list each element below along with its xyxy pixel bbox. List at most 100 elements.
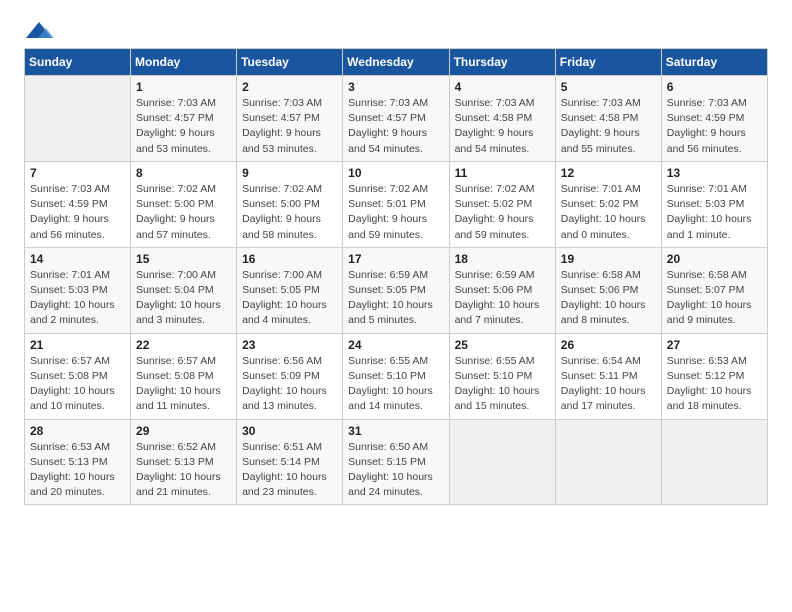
calendar-cell: 5 Sunrise: 7:03 AMSunset: 4:58 PMDaylight… [555, 76, 661, 162]
header-day-wednesday: Wednesday [343, 49, 449, 76]
calendar-cell: 29 Sunrise: 6:52 AMSunset: 5:13 PMDayligh… [131, 419, 237, 505]
day-info: Sunrise: 6:55 AMSunset: 5:10 PMDaylight:… [455, 354, 550, 415]
day-info: Sunrise: 7:02 AMSunset: 5:00 PMDaylight:… [242, 182, 337, 243]
calendar-cell: 23 Sunrise: 6:56 AMSunset: 5:09 PMDayligh… [237, 333, 343, 419]
day-number: 29 [136, 424, 231, 438]
day-info: Sunrise: 7:01 AMSunset: 5:03 PMDaylight:… [30, 268, 125, 329]
day-info: Sunrise: 6:59 AMSunset: 5:05 PMDaylight:… [348, 268, 443, 329]
day-number: 11 [455, 166, 550, 180]
calendar-week-row: 1 Sunrise: 7:03 AMSunset: 4:57 PMDaylight… [25, 76, 768, 162]
day-number: 10 [348, 166, 443, 180]
day-number: 19 [561, 252, 656, 266]
calendar-cell: 15 Sunrise: 7:00 AMSunset: 5:04 PMDayligh… [131, 247, 237, 333]
calendar-week-row: 28 Sunrise: 6:53 AMSunset: 5:13 PMDayligh… [25, 419, 768, 505]
day-number: 30 [242, 424, 337, 438]
day-number: 3 [348, 80, 443, 94]
calendar-cell: 10 Sunrise: 7:02 AMSunset: 5:01 PMDayligh… [343, 161, 449, 247]
calendar-week-row: 21 Sunrise: 6:57 AMSunset: 5:08 PMDayligh… [25, 333, 768, 419]
calendar-cell: 1 Sunrise: 7:03 AMSunset: 4:57 PMDaylight… [131, 76, 237, 162]
day-info: Sunrise: 6:55 AMSunset: 5:10 PMDaylight:… [348, 354, 443, 415]
header-day-monday: Monday [131, 49, 237, 76]
day-number: 16 [242, 252, 337, 266]
calendar-cell: 27 Sunrise: 6:53 AMSunset: 5:12 PMDayligh… [661, 333, 767, 419]
day-info: Sunrise: 7:03 AMSunset: 4:59 PMDaylight:… [30, 182, 125, 243]
day-number: 22 [136, 338, 231, 352]
day-number: 24 [348, 338, 443, 352]
header-day-saturday: Saturday [661, 49, 767, 76]
day-info: Sunrise: 6:58 AMSunset: 5:07 PMDaylight:… [667, 268, 762, 329]
calendar-cell [449, 419, 555, 505]
day-number: 14 [30, 252, 125, 266]
calendar-cell: 31 Sunrise: 6:50 AMSunset: 5:15 PMDayligh… [343, 419, 449, 505]
calendar-cell: 7 Sunrise: 7:03 AMSunset: 4:59 PMDaylight… [25, 161, 131, 247]
calendar-cell: 11Sunrise: 7:02 AMSunset: 5:02 PMDayligh… [449, 161, 555, 247]
day-info: Sunrise: 6:56 AMSunset: 5:09 PMDaylight:… [242, 354, 337, 415]
day-number: 17 [348, 252, 443, 266]
day-number: 9 [242, 166, 337, 180]
day-info: Sunrise: 7:02 AMSunset: 5:00 PMDaylight:… [136, 182, 231, 243]
day-number: 27 [667, 338, 762, 352]
calendar-cell: 3 Sunrise: 7:03 AMSunset: 4:57 PMDaylight… [343, 76, 449, 162]
day-number: 20 [667, 252, 762, 266]
day-info: Sunrise: 6:58 AMSunset: 5:06 PMDaylight:… [561, 268, 656, 329]
day-info: Sunrise: 6:51 AMSunset: 5:14 PMDaylight:… [242, 440, 337, 501]
calendar-cell [25, 76, 131, 162]
day-info: Sunrise: 7:00 AMSunset: 5:05 PMDaylight:… [242, 268, 337, 329]
day-number: 2 [242, 80, 337, 94]
day-info: Sunrise: 6:54 AMSunset: 5:11 PMDaylight:… [561, 354, 656, 415]
day-info: Sunrise: 6:53 AMSunset: 5:13 PMDaylight:… [30, 440, 125, 501]
day-number: 8 [136, 166, 231, 180]
calendar-cell: 28 Sunrise: 6:53 AMSunset: 5:13 PMDayligh… [25, 419, 131, 505]
calendar-cell [555, 419, 661, 505]
day-number: 1 [136, 80, 231, 94]
header-day-friday: Friday [555, 49, 661, 76]
calendar-cell: 24 Sunrise: 6:55 AMSunset: 5:10 PMDayligh… [343, 333, 449, 419]
day-info: Sunrise: 6:57 AMSunset: 5:08 PMDaylight:… [136, 354, 231, 415]
day-number: 26 [561, 338, 656, 352]
day-number: 31 [348, 424, 443, 438]
logo-icon [24, 20, 54, 44]
day-info: Sunrise: 6:57 AMSunset: 5:08 PMDaylight:… [30, 354, 125, 415]
day-info: Sunrise: 7:03 AMSunset: 4:57 PMDaylight:… [348, 96, 443, 157]
calendar-cell: 2 Sunrise: 7:03 AMSunset: 4:57 PMDaylight… [237, 76, 343, 162]
day-info: Sunrise: 7:03 AMSunset: 4:59 PMDaylight:… [667, 96, 762, 157]
day-number: 23 [242, 338, 337, 352]
day-info: Sunrise: 7:01 AMSunset: 5:02 PMDaylight:… [561, 182, 656, 243]
day-info: Sunrise: 7:02 AMSunset: 5:01 PMDaylight:… [348, 182, 443, 243]
calendar-cell: 8 Sunrise: 7:02 AMSunset: 5:00 PMDaylight… [131, 161, 237, 247]
calendar-cell: 26 Sunrise: 6:54 AMSunset: 5:11 PMDayligh… [555, 333, 661, 419]
day-number: 7 [30, 166, 125, 180]
day-number: 4 [455, 80, 550, 94]
day-info: Sunrise: 6:52 AMSunset: 5:13 PMDaylight:… [136, 440, 231, 501]
day-number: 25 [455, 338, 550, 352]
calendar-cell: 20 Sunrise: 6:58 AMSunset: 5:07 PMDayligh… [661, 247, 767, 333]
calendar-cell: 4 Sunrise: 7:03 AMSunset: 4:58 PMDaylight… [449, 76, 555, 162]
day-number: 6 [667, 80, 762, 94]
page-header [24, 20, 768, 38]
logo [24, 20, 54, 38]
calendar-table: SundayMondayTuesdayWednesdayThursdayFrid… [24, 48, 768, 505]
day-number: 28 [30, 424, 125, 438]
calendar-week-row: 7 Sunrise: 7:03 AMSunset: 4:59 PMDaylight… [25, 161, 768, 247]
day-info: Sunrise: 7:03 AMSunset: 4:57 PMDaylight:… [242, 96, 337, 157]
day-number: 21 [30, 338, 125, 352]
calendar-cell: 22 Sunrise: 6:57 AMSunset: 5:08 PMDayligh… [131, 333, 237, 419]
header-day-sunday: Sunday [25, 49, 131, 76]
day-info: Sunrise: 6:50 AMSunset: 5:15 PMDaylight:… [348, 440, 443, 501]
day-info: Sunrise: 7:03 AMSunset: 4:57 PMDaylight:… [136, 96, 231, 157]
header-day-thursday: Thursday [449, 49, 555, 76]
day-number: 15 [136, 252, 231, 266]
calendar-cell: 30 Sunrise: 6:51 AMSunset: 5:14 PMDayligh… [237, 419, 343, 505]
day-info: Sunrise: 7:03 AMSunset: 4:58 PMDaylight:… [561, 96, 656, 157]
calendar-cell: 17 Sunrise: 6:59 AMSunset: 5:05 PMDayligh… [343, 247, 449, 333]
day-info: Sunrise: 6:53 AMSunset: 5:12 PMDaylight:… [667, 354, 762, 415]
calendar-cell [661, 419, 767, 505]
calendar-cell: 12Sunrise: 7:01 AMSunset: 5:02 PMDayligh… [555, 161, 661, 247]
day-info: Sunrise: 7:00 AMSunset: 5:04 PMDaylight:… [136, 268, 231, 329]
calendar-week-row: 14 Sunrise: 7:01 AMSunset: 5:03 PMDayligh… [25, 247, 768, 333]
day-info: Sunrise: 7:03 AMSunset: 4:58 PMDaylight:… [455, 96, 550, 157]
day-number: 5 [561, 80, 656, 94]
day-number: 13 [667, 166, 762, 180]
calendar-cell: 18Sunrise: 6:59 AMSunset: 5:06 PMDayligh… [449, 247, 555, 333]
calendar-cell: 13Sunrise: 7:01 AMSunset: 5:03 PMDayligh… [661, 161, 767, 247]
